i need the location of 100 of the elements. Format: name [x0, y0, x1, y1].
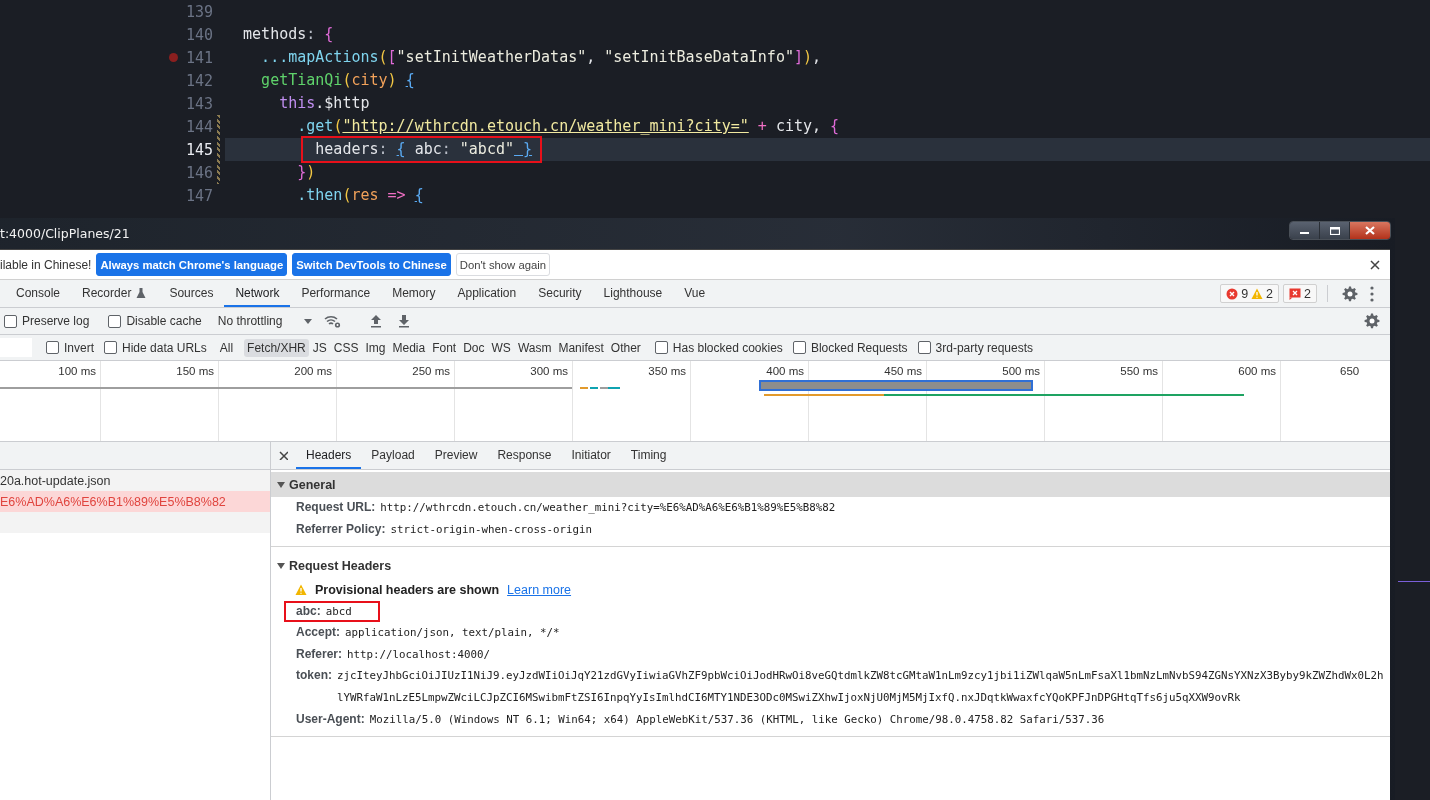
detail-tab[interactable]: Payload	[361, 442, 425, 469]
code-line: headers: { abc: "abcd" }	[314, 140, 533, 158]
triangle-icon[interactable]	[277, 561, 285, 570]
throttling-dropdown[interactable]: No throttling	[211, 314, 319, 328]
tick-label: 450 ms	[884, 365, 922, 377]
filter-type-button[interactable]: Img	[362, 338, 389, 357]
download-icon[interactable]	[398, 314, 411, 328]
filter-type-button[interactable]: Font	[429, 338, 460, 357]
checkbox[interactable]: Hide data URLs	[104, 340, 207, 355]
checkbox[interactable]: 3rd-party requests	[917, 340, 1033, 355]
checkbox[interactable]: Blocked Requests	[792, 340, 908, 355]
menu-icon[interactable]	[1370, 285, 1374, 302]
code-line: ...mapActions(["setInitWeatherDatas", "setInitBaseDataInfo"]),	[260, 48, 822, 66]
section-title[interactable]: Request Headers	[289, 558, 392, 573]
tick-label: 550 ms	[1120, 365, 1158, 377]
line-number: 147	[184, 186, 213, 205]
breakpoint-dot[interactable]	[168, 53, 178, 62]
warning-icon	[295, 583, 307, 596]
filter-type-button[interactable]: CSS	[330, 338, 362, 357]
header-name: Request URL:	[296, 499, 376, 516]
warning-icon	[1251, 287, 1264, 300]
line-number: 145	[184, 140, 213, 159]
settings-icon[interactable]	[1364, 313, 1380, 329]
tick-label: 250 ms	[412, 365, 450, 377]
line-number: 144	[184, 117, 213, 136]
panel-tab[interactable]: Vue	[673, 280, 717, 307]
tick-label: 600 ms	[1238, 365, 1276, 377]
checkbox[interactable]: Disable cache	[108, 314, 202, 328]
panel-tab[interactable]: Performance	[290, 280, 382, 307]
header-name: Referer:	[296, 645, 343, 663]
filter-type-button[interactable]: All	[216, 338, 237, 357]
header-name: Accept:	[296, 624, 340, 642]
filter-type-button[interactable]: JS	[309, 338, 330, 357]
code-line: .then(res => {	[296, 186, 424, 204]
line-number: 141	[184, 48, 213, 67]
panel-tab[interactable]: Application	[446, 280, 528, 307]
section-header[interactable]: General	[271, 472, 1390, 497]
infobar-button[interactable]: Don't show again	[455, 253, 551, 276]
header-value: abcd	[325, 604, 352, 621]
request-row[interactable]: 20a.hot-update.json	[0, 470, 270, 491]
panel-tab[interactable]: Memory	[381, 280, 447, 307]
line-number: 140	[184, 25, 213, 44]
code-line: .get("http://wthrcdn.etouch.cn/weather_mini?city=" + city, {	[296, 117, 840, 135]
line-number: 143	[184, 94, 213, 113]
tick-label: 200 ms	[294, 365, 332, 377]
detail-tab[interactable]: Preview	[424, 442, 488, 469]
filter-type-button[interactable]: Media	[389, 338, 429, 357]
panel-tab[interactable]: Lighthouse	[592, 280, 674, 307]
checkbox[interactable]: Invert	[46, 340, 94, 355]
header-name: abc:	[296, 603, 321, 620]
tick-label: 150 ms	[176, 365, 214, 377]
filter-type-button[interactable]: Fetch/XHR	[244, 338, 309, 357]
caret-icon	[304, 318, 313, 324]
detail-tab[interactable]: Headers	[296, 442, 362, 469]
close-icon	[1365, 226, 1375, 235]
panel-tab[interactable]: Recorder	[71, 280, 159, 307]
line-number: 139	[184, 2, 213, 21]
notice-text: Provisional headers are shown	[315, 582, 500, 597]
detail-tab[interactable]: Response	[487, 442, 562, 469]
checkbox[interactable]: Preserve log	[4, 314, 90, 328]
tick-label: 400 ms	[766, 365, 804, 377]
filter-type-button[interactable]: Doc	[460, 338, 488, 357]
line-number: 142	[184, 71, 213, 90]
panel-tab[interactable]: Sources	[158, 280, 225, 307]
code-line: methods: {	[242, 25, 334, 43]
filter-type-button[interactable]: Wasm	[514, 338, 555, 357]
close-icon[interactable]	[279, 451, 288, 460]
console-counter-button[interactable]: 9 2	[1220, 284, 1280, 303]
filter-type-button[interactable]: WS	[488, 338, 514, 357]
header-value: zjcIteyJhbGciOiJIUzI1NiJ9.eyJzdWIiOiJqY21zdGVyIiwiaGVhZF9pbWciOiJodHRwOi8veGQtdmlkZW8tcGMtaW1nLm9zcy1jbi1iZWlqaW5nLmFsaXl1bmNzLmNvbS94ZGNsYXNzX3Byby9kZWZhdWx0L2hlYWRfaW1nLzE5LmpwZWciLCJpZCI6MSwibmFtZSI6InpqYyIsImlhdCI6MTY1NDE3ODc0MSwiZXhwIjoxNjU0MjM5MjIxfQ.nxJDqtkWwaxfcYQoKPFJnDPGHtqTfs6ju5qXXW9ovRk	[337, 668, 1385, 706]
issues-counter-button[interactable]: 2	[1283, 284, 1317, 303]
minimize-button[interactable]	[1290, 222, 1320, 239]
triangle-icon[interactable]	[277, 480, 285, 489]
infobar-button[interactable]: Always match Chrome's language	[96, 253, 288, 276]
header-name: token:	[296, 667, 332, 685]
settings-icon[interactable]	[1342, 285, 1358, 302]
checkbox[interactable]: Has blocked cookies	[654, 340, 783, 355]
close-button[interactable]	[1350, 222, 1390, 239]
header-value: http://wthrcdn.etouch.cn/weather_mini?city=%E6%AD%A6%E6%B1%89%E5%B8%82	[380, 500, 837, 516]
error-icon	[1226, 287, 1239, 300]
network-conditions-icon[interactable]	[324, 314, 342, 328]
filter-type-button[interactable]: Manifest	[555, 338, 607, 357]
learn-more-link[interactable]: Learn more	[507, 582, 572, 597]
infobar-button[interactable]: Switch DevTools to Chinese	[292, 253, 451, 276]
flask-icon	[135, 286, 148, 299]
panel-tab[interactable]: Console	[5, 280, 72, 307]
tick-label: 100 ms	[58, 365, 96, 377]
upload-icon[interactable]	[370, 314, 383, 328]
tick-label: 300 ms	[530, 365, 568, 377]
section-title[interactable]: General	[289, 477, 336, 492]
code-line: this.$http	[278, 94, 370, 112]
infobar-message: ilable in Chinese!	[0, 257, 92, 272]
panel-tab[interactable]: Security	[527, 280, 593, 307]
code-line: })	[296, 163, 316, 181]
header-value: http://localhost:4000/	[347, 646, 492, 663]
detail-tab[interactable]: Timing	[620, 442, 677, 469]
close-icon[interactable]	[1370, 259, 1380, 270]
maximize-button[interactable]	[1320, 222, 1350, 239]
filter-type-button[interactable]: Other	[607, 338, 644, 357]
detail-tab[interactable]: Initiator	[561, 442, 621, 469]
